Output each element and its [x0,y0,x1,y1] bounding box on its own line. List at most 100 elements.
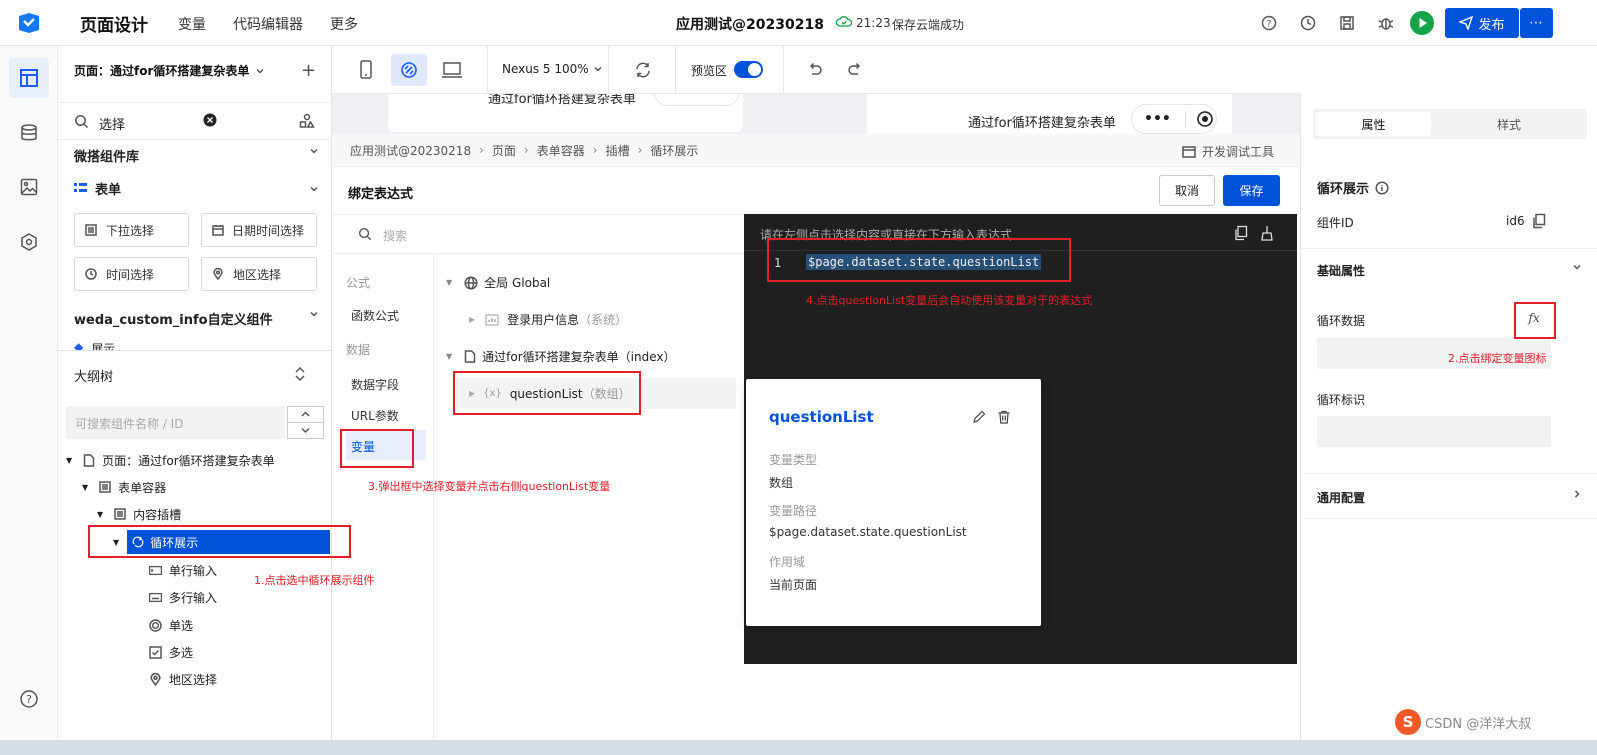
help-circle-icon[interactable]: ? [19,689,39,709]
annotation-box-variable [340,429,414,468]
outline-next-button[interactable] [287,422,324,439]
component-id-value: id6 [1506,214,1525,228]
tree-node-region[interactable]: 地区选择 [58,667,332,691]
tree-login-user[interactable]: ▶ 登录用户信息 （系统） [469,311,627,328]
tree-page[interactable]: ▼ 通过for循环搭建复杂表单（index） [446,348,676,365]
shapes-icon[interactable] [299,113,315,129]
delete-icon[interactable] [997,410,1011,424]
nav-variables[interactable]: 变量 [178,14,206,34]
outline-title: 大纲树 [74,370,114,385]
loop-data-label: 循环数据 [1317,314,1366,328]
app-logo[interactable] [17,12,41,34]
clear-icon[interactable] [203,113,217,127]
cat-url-param[interactable]: URL参数 [351,407,399,424]
chevron-down-icon [593,64,603,74]
chevron-down-icon [1572,262,1582,279]
tree-node-page[interactable]: ▼ 页面：通过for循环搭建复杂表单 [58,448,332,472]
history-icon[interactable] [1300,15,1316,31]
run-button[interactable] [1410,11,1434,35]
tab-properties[interactable]: 属性 [1316,112,1431,136]
save-icon[interactable] [1339,15,1355,31]
publish-button[interactable]: 发布 [1445,8,1519,38]
publish-more-button[interactable]: ⋯ [1520,8,1553,38]
tree-global[interactable]: ▼ 全局 Global [446,274,550,291]
image-icon[interactable] [19,177,39,197]
tree-node-checkbox[interactable]: 多选 [58,640,332,664]
expand-collapse-icon[interactable] [293,366,307,382]
capsule-menu-left[interactable] [654,94,740,106]
component-search[interactable]: 选择 [58,102,332,140]
edit-icon[interactable] [972,410,986,424]
chevron-right-icon: › [523,143,529,157]
database-icon[interactable] [19,123,39,143]
annotation-box-tree [88,525,351,558]
outline-search[interactable]: 可搜索组件名称 / ID [66,406,285,439]
group-weda[interactable]: 微搭组件库 [74,146,319,165]
variable-tree: ▼ 全局 Global ▶ 登录用户信息 （系统） ▼ 通过for循环搭建复杂表… [434,254,744,755]
desktop-view-button[interactable] [438,58,466,82]
clear-brush-icon[interactable] [1260,225,1274,241]
dialog-search[interactable]: 搜索 [332,214,744,254]
cat-data-field[interactable]: 数据字段 [351,376,399,393]
redo-icon[interactable] [846,61,864,79]
basic-props-section[interactable]: 基础属性 [1317,262,1582,279]
tree-node-radio[interactable]: 单选 [58,613,332,637]
undo-icon[interactable] [806,61,824,79]
component-time[interactable]: 时间选择 [74,257,189,291]
top-bar: 页面设计 变量 代码编辑器 更多 应用测试@20230218 21:23 保存云… [0,0,1597,46]
nav-code-editor[interactable]: 代码编辑器 [233,14,303,34]
panel-tabs: 属性 样式 [1313,109,1587,139]
group-custom[interactable]: weda_custom_info自定义组件 [74,309,319,328]
component-region[interactable]: 地区选择 [201,257,317,291]
device-selector[interactable]: Nexus 5 100% [502,62,603,76]
caret-down-icon: ▼ [446,352,453,361]
save-button[interactable]: 保存 [1223,175,1280,206]
preview-frame-left: 通过for循环搭建复杂表单 [388,94,743,132]
outline-prev-button[interactable] [287,406,324,423]
csdn-logo: S [1395,709,1421,735]
cancel-button[interactable]: 取消 [1159,175,1215,206]
copy-icon[interactable] [1532,213,1546,229]
group-show[interactable]: ◆ 展示 [74,340,115,350]
responsive-view-button[interactable] [391,54,427,86]
input-icon [149,565,162,575]
breadcrumb: 应用测试@20230218 › 页面 › 表单容器 › 插槽 › 循环展示 [332,134,1300,167]
bottom-scrollbar[interactable] [0,740,1597,755]
tree-node-multi-input[interactable]: 多行输入 [58,585,332,609]
chevron-down-icon [309,309,319,328]
chevron-down-icon [309,146,319,165]
add-page-button[interactable]: + [301,60,316,81]
page-icon [464,350,476,363]
info-icon[interactable] [1375,180,1389,195]
nav-more[interactable]: 更多 [330,14,358,34]
refresh-icon[interactable] [634,61,652,79]
tab-styles[interactable]: 样式 [1434,112,1584,136]
caret-down-icon: ▼ [97,509,104,519]
tree-node-form-container[interactable]: ▼ 表单容器 [58,475,332,499]
devtools-button[interactable]: 开发调试工具 [1182,143,1274,160]
preview-toggle[interactable] [734,61,763,78]
popover-title: questionList [769,408,874,426]
component-datetime[interactable]: 日期时间选择 [201,213,317,247]
group-form[interactable]: 表单 [74,179,319,198]
globe-icon [464,275,478,290]
capsule-menu-right[interactable]: ••• [1131,104,1217,134]
help-icon[interactable]: ? [1261,15,1277,31]
debug-icon[interactable] [1378,15,1394,31]
canvas-toolbar: Nexus 5 100% 预览区 [332,46,1300,94]
calendar-icon [212,224,224,236]
form-icon [74,182,87,195]
extension-icon[interactable] [19,232,39,252]
rail-components[interactable] [9,58,49,98]
component-select[interactable]: 下拉选择 [74,213,189,247]
loop-key-input[interactable] [1317,416,1551,447]
tree-node-slot[interactable]: ▼ 内容插槽 [58,502,332,526]
form-container-icon [99,481,111,493]
mobile-view-button[interactable] [352,58,380,82]
copy-icon[interactable] [1234,225,1248,241]
page-selector[interactable]: 页面：通过for循环搭建复杂表单 [74,62,265,79]
watermark: S CSDN @洋洋大叔 [1395,708,1531,736]
cat-function[interactable]: 函数公式 [351,307,399,324]
variable-popover: questionList 变量类型 数组 变量路径 $page.dataset.… [746,379,1041,626]
general-config-section[interactable]: 通用配置 [1317,489,1582,506]
